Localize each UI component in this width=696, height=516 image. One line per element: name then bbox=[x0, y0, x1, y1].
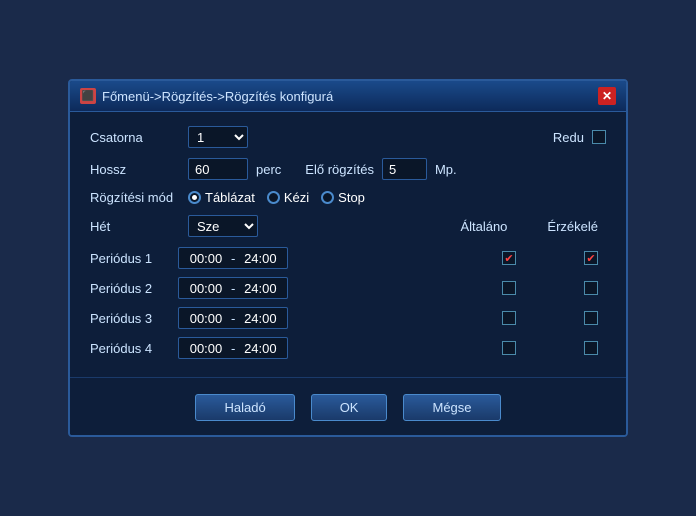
period-2-erzekele-checkbox[interactable] bbox=[584, 281, 598, 295]
mod-stop-label: Stop bbox=[338, 190, 365, 205]
hossz-row: Hossz perc Elő rögzítés Mp. bbox=[90, 158, 606, 180]
period-3-altalano-checkbox[interactable] bbox=[502, 311, 516, 325]
period-4-time-range: - bbox=[178, 337, 288, 359]
close-button[interactable]: ✕ bbox=[598, 87, 616, 105]
mod-tablazat-label: Táblázat bbox=[205, 190, 255, 205]
het-label: Hét bbox=[90, 219, 180, 234]
rogzitesi-mod-row: Rögzítési mód Táblázat Kézi Stop bbox=[90, 190, 606, 205]
period-1-erzekele-checkbox[interactable]: ✔ bbox=[584, 251, 598, 265]
mod-kezi-radio[interactable] bbox=[267, 191, 280, 204]
hossz-label: Hossz bbox=[90, 162, 180, 177]
elo-rogzites-unit: Mp. bbox=[435, 162, 457, 177]
period-4-end[interactable] bbox=[239, 341, 281, 356]
title-bar-left: ⬛ Főmenü->Rögzítés->Rögzítés konfigurá bbox=[80, 88, 333, 104]
period-3-erzekele-checkbox[interactable] bbox=[584, 311, 598, 325]
mod-tablazat-radio[interactable] bbox=[188, 191, 201, 204]
dialog-title: Főmenü->Rögzítés->Rögzítés konfigurá bbox=[102, 89, 333, 104]
period-1-label: Periódus 1 bbox=[90, 251, 170, 266]
period-3-sep: - bbox=[231, 311, 235, 326]
het-select[interactable]: Hé Ke Sze Csü Pé Szo Va bbox=[188, 215, 258, 237]
csatorna-label: Csatorna bbox=[90, 130, 180, 145]
csatorna-select[interactable]: 1 2 3 4 bbox=[188, 126, 248, 148]
period-1-altalano-checkbox[interactable]: ✔ bbox=[502, 251, 516, 265]
csatorna-row: Csatorna 1 2 3 4 Redu bbox=[90, 126, 606, 148]
period-1-start[interactable] bbox=[185, 251, 227, 266]
period-1-end[interactable] bbox=[239, 251, 281, 266]
mod-kezi-option[interactable]: Kézi bbox=[267, 190, 309, 205]
mod-kezi-label: Kézi bbox=[284, 190, 309, 205]
mod-stop-option[interactable]: Stop bbox=[321, 190, 365, 205]
main-dialog: ⬛ Főmenü->Rögzítés->Rögzítés konfigurá ✕… bbox=[68, 79, 628, 437]
period-4-start[interactable] bbox=[185, 341, 227, 356]
mod-tablazat-option[interactable]: Táblázat bbox=[188, 190, 255, 205]
period-2-end[interactable] bbox=[239, 281, 281, 296]
rogzitesi-mod-label: Rögzítési mód bbox=[90, 190, 180, 205]
elo-rogzites-label: Elő rögzítés bbox=[305, 162, 374, 177]
mod-radio-group: Táblázat Kézi Stop bbox=[188, 190, 365, 205]
period-row-4: Periódus 4 - bbox=[90, 337, 606, 359]
period-1-sep: - bbox=[231, 251, 235, 266]
period-4-erzekele-checkbox[interactable] bbox=[584, 341, 598, 355]
period-3-label: Periódus 3 bbox=[90, 311, 170, 326]
elo-rogzites-input[interactable] bbox=[382, 158, 427, 180]
period-row-2: Periódus 2 - bbox=[90, 277, 606, 299]
period-3-end[interactable] bbox=[239, 311, 281, 326]
title-bar: ⬛ Főmenü->Rögzítés->Rögzítés konfigurá ✕ bbox=[70, 81, 626, 112]
dialog-footer: Haladó OK Mégse bbox=[70, 377, 626, 435]
period-2-altalano-checkbox[interactable] bbox=[502, 281, 516, 295]
period-2-start[interactable] bbox=[185, 281, 227, 296]
megse-button[interactable]: Mégse bbox=[403, 394, 500, 421]
period-2-time-range: - bbox=[178, 277, 288, 299]
periods-container: Periódus 1 - ✔ ✔ Periódus 2 - Periódus 3 bbox=[90, 247, 606, 359]
period-4-altalano-checkbox[interactable] bbox=[502, 341, 516, 355]
hossz-input[interactable] bbox=[188, 158, 248, 180]
period-3-time-range: - bbox=[178, 307, 288, 329]
redu-label: Redu bbox=[553, 130, 584, 145]
ok-button[interactable]: OK bbox=[311, 394, 388, 421]
het-row: Hét Hé Ke Sze Csü Pé Szo Va Általáno Érz… bbox=[90, 215, 606, 237]
dialog-content: Csatorna 1 2 3 4 Redu Hossz perc Elő rög… bbox=[70, 112, 626, 377]
period-4-label: Periódus 4 bbox=[90, 341, 170, 356]
period-2-sep: - bbox=[231, 281, 235, 296]
period-4-sep: - bbox=[231, 341, 235, 356]
period-row-1: Periódus 1 - ✔ ✔ bbox=[90, 247, 606, 269]
period-1-time-range: - bbox=[178, 247, 288, 269]
col-altalano-header: Általáno bbox=[460, 219, 507, 234]
halado-button[interactable]: Haladó bbox=[195, 394, 294, 421]
period-3-start[interactable] bbox=[185, 311, 227, 326]
period-2-label: Periódus 2 bbox=[90, 281, 170, 296]
dialog-icon: ⬛ bbox=[80, 88, 96, 104]
period-row-3: Periódus 3 - bbox=[90, 307, 606, 329]
hossz-unit: perc bbox=[256, 162, 281, 177]
col-erzekele-header: Érzékelé bbox=[547, 219, 598, 234]
mod-stop-radio[interactable] bbox=[321, 191, 334, 204]
redu-checkbox[interactable] bbox=[592, 130, 606, 144]
